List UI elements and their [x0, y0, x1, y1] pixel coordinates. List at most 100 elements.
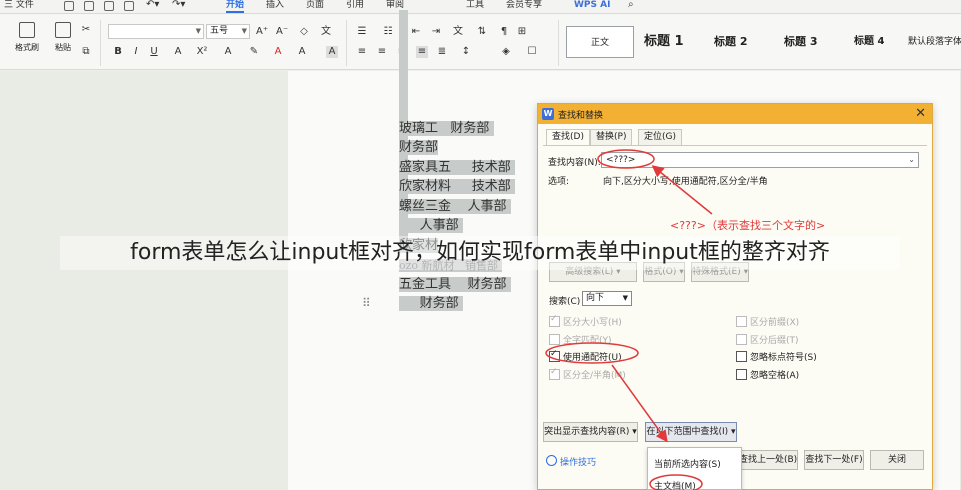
highlight-results-button[interactable]: 突出显示查找内容(R) ▾ [543, 422, 638, 442]
numbered-list-icon[interactable]: ☷ [382, 26, 394, 38]
sort-icon[interactable]: ⇅ [476, 26, 488, 38]
chevron-down-icon: ▼ [195, 27, 201, 35]
tab-member[interactable]: 会员专享 [506, 0, 542, 12]
option-current-selection[interactable]: 当前所选内容(S) [654, 457, 721, 470]
font-name-select[interactable]: ▼ [108, 24, 204, 39]
file-menu[interactable]: 三 文件 [4, 0, 34, 12]
doc-line: 玻璃工 财务部 [399, 119, 494, 138]
find-in-button[interactable]: 在以下范围中查找(I) ▾ [645, 422, 737, 442]
chinese-layout-icon[interactable]: 文 [452, 26, 464, 38]
doc-line: 财务部 [399, 140, 439, 155]
style-heading-1[interactable]: 标题 1 [644, 26, 684, 58]
undo-icon[interactable]: ↶▾ [146, 0, 159, 12]
options-value: 向下,区分大小写,使用通配符,区分全/半角 [603, 177, 768, 187]
find-previous-button[interactable]: 查找上一处(B) [738, 450, 798, 470]
match-prefix-checkbox[interactable]: 区分前缀(X) [736, 315, 799, 328]
tab-replace[interactable]: 替换(P) [590, 129, 633, 145]
decrease-indent-icon[interactable]: ⇤ [410, 26, 422, 38]
ignore-punctuation-checkbox[interactable]: 忽略标点符号(S) [736, 350, 817, 363]
doc-line: 盛家具五 技术部 [399, 158, 515, 177]
clear-format-icon[interactable]: ◇ [298, 26, 310, 38]
find-icon[interactable] [124, 1, 134, 11]
font-size-select[interactable]: 五号 ▼ [206, 24, 250, 39]
ignore-space-checkbox[interactable]: 忽略空格(A) [736, 368, 799, 381]
table-icon[interactable]: ⊞ [516, 26, 528, 38]
search-icon[interactable]: ⌕ [628, 0, 634, 12]
show-marks-icon[interactable]: ¶ [498, 26, 510, 38]
overlay-caption: form表单怎么让input框对齐，如何实现form表单中input框的整齐对齐 [60, 236, 900, 270]
brush-icon [19, 22, 35, 38]
search-direction-select[interactable]: 向下 ▼ [582, 291, 632, 306]
match-suffix-checkbox[interactable]: 区分后缀(T) [736, 333, 799, 346]
style-default-font[interactable]: 默认段落字体 [908, 26, 961, 58]
doc-line: 五金工具 财务部 [399, 275, 511, 294]
divider [100, 20, 101, 66]
find-label: 查找内容(N): [548, 158, 601, 168]
tab-page[interactable]: 页面 [306, 0, 324, 12]
divider [558, 20, 559, 66]
strikethrough-icon[interactable]: A [172, 46, 184, 58]
match-width-checkbox[interactable]: 区分全/半角(M) [549, 367, 626, 381]
tab-find[interactable]: 查找(D) [546, 129, 590, 146]
doc-line: 人事部 [399, 216, 463, 235]
tab-insert[interactable]: 插入 [266, 0, 284, 12]
close-button[interactable]: 关闭 [870, 450, 924, 470]
highlight-icon[interactable]: A [222, 46, 234, 58]
redo-icon[interactable]: ↷▾ [172, 0, 185, 12]
increase-indent-icon[interactable]: ⇥ [430, 26, 442, 38]
save-icon[interactable] [64, 1, 74, 11]
tab-goto[interactable]: 定位(G) [638, 129, 682, 145]
paste-button[interactable]: 粘贴 [48, 20, 78, 64]
align-left-icon[interactable]: ≡ [356, 46, 368, 58]
wps-logo-icon: W [542, 108, 554, 120]
drag-handle-icon[interactable]: ⠿ [362, 296, 371, 310]
tab-start[interactable]: 开始 [226, 0, 245, 13]
justify-icon[interactable]: ≡ [416, 46, 428, 58]
tips-link[interactable]: 操作技巧 [546, 455, 596, 468]
style-normal[interactable]: 正文 [566, 26, 634, 58]
align-center-icon[interactable]: ≡ [376, 46, 388, 58]
doc-line: 欣家材料 技术部 [399, 177, 515, 196]
divider [346, 20, 347, 66]
copy-icon[interactable]: ⧉ [80, 46, 92, 58]
style-heading-2[interactable]: 标题 2 [714, 26, 747, 58]
char-shading-icon[interactable]: A [296, 46, 308, 58]
wps-ai-button[interactable]: WPS AI [574, 0, 610, 12]
find-in-dropdown: 当前所选内容(S) 主文档(M) [647, 447, 742, 490]
bold-icon[interactable]: B [112, 46, 124, 58]
find-next-button[interactable]: 查找下一处(F) [804, 450, 864, 470]
find-input[interactable]: <???> ⌄ [601, 152, 919, 168]
underline-icon[interactable]: U [148, 46, 160, 58]
doc-line: 螺丝三金 人事部 [399, 197, 511, 216]
use-wildcards-checkbox[interactable]: 使用通配符(U) [549, 349, 622, 363]
option-main-document[interactable]: 主文档(M) [654, 479, 696, 490]
cut-icon[interactable]: ✂ [80, 24, 92, 36]
tab-reference[interactable]: 引用 [346, 0, 364, 12]
distributed-icon[interactable]: ≣ [436, 46, 448, 58]
text-effect-icon[interactable]: ✎ [248, 46, 260, 58]
char-border-icon[interactable]: A [326, 46, 338, 58]
format-painter-button[interactable]: 格式刷 [12, 20, 42, 64]
shading-icon[interactable]: ◈ [500, 46, 512, 58]
font-color-icon[interactable]: A [272, 46, 284, 58]
ribbon: 格式刷 粘贴 ✂ ⧉ ▼ 五号 ▼ A⁺ A⁻ ◇ 文 B I U A X² A … [0, 14, 961, 70]
style-heading-4[interactable]: 标题 4 [854, 26, 884, 58]
superscript-icon[interactable]: X² [196, 46, 208, 58]
print-preview-icon[interactable] [104, 1, 114, 11]
print-icon[interactable] [84, 1, 94, 11]
grow-font-icon[interactable]: A⁺ [256, 26, 268, 38]
line-spacing-icon[interactable]: ↕ [460, 46, 472, 58]
doc-line: 财务部 [399, 294, 463, 313]
close-icon[interactable]: ✕ [915, 106, 926, 121]
dialog-titlebar[interactable]: W 查找和替换 ✕ [538, 104, 932, 124]
style-heading-3[interactable]: 标题 3 [784, 26, 817, 58]
tab-tools[interactable]: 工具 [466, 0, 484, 12]
border-icon[interactable]: ☐ [526, 46, 538, 58]
match-case-checkbox[interactable]: 区分大小写(H) [549, 314, 622, 328]
bullet-list-icon[interactable]: ☰ [356, 26, 368, 38]
whole-word-checkbox[interactable]: 全字匹配(Y) [549, 333, 612, 346]
pinyin-icon[interactable]: 文 [320, 26, 332, 38]
chevron-down-icon[interactable]: ⌄ [908, 153, 915, 167]
italic-icon[interactable]: I [130, 46, 142, 58]
shrink-font-icon[interactable]: A⁻ [276, 26, 288, 38]
